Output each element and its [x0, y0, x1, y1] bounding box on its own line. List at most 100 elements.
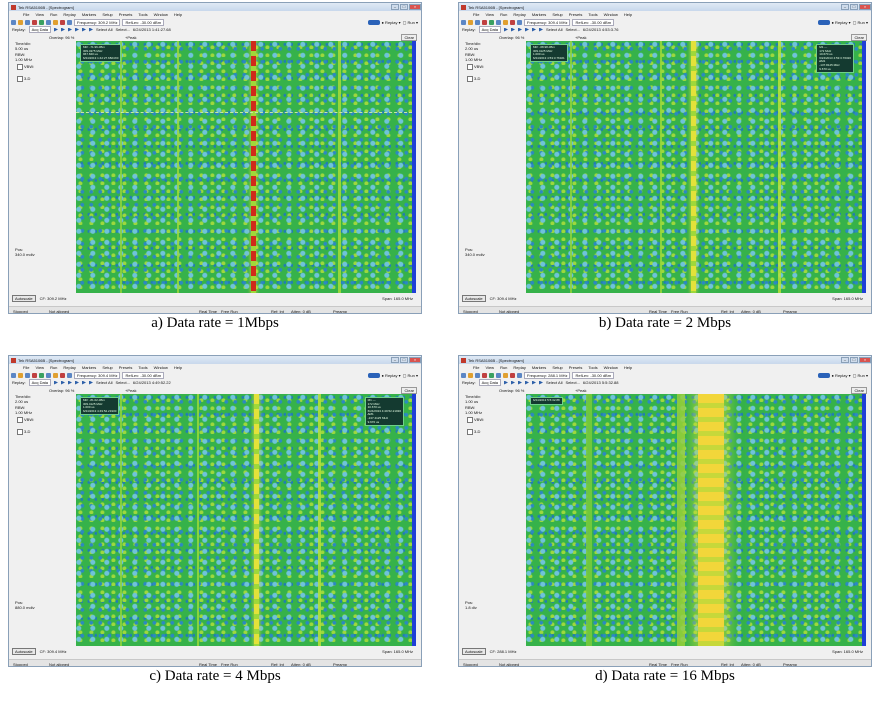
toolbar-icon-8[interactable] — [517, 372, 522, 378]
replay-button[interactable]: ● Replay ▾ — [832, 20, 851, 25]
rbw-readout[interactable]: RBW: 1.00 MHz — [15, 52, 32, 62]
span-readout[interactable]: Span: 165.0 MHz — [832, 649, 863, 654]
menu-file[interactable]: File — [473, 365, 479, 370]
minimize-button[interactable]: – — [841, 357, 849, 363]
frequency-field[interactable]: Frequency: 309.2 MHz — [74, 18, 121, 26]
playback-control-icon[interactable] — [525, 380, 530, 385]
playback-control-icon[interactable] — [82, 380, 87, 385]
playback-control-icon[interactable] — [539, 27, 544, 32]
time-div-readout[interactable]: Time/div: 5.00 us — [15, 41, 31, 51]
close-button[interactable]: × — [409, 357, 421, 363]
toolbar-icon-4[interactable] — [489, 19, 494, 25]
menu-view[interactable]: View — [35, 12, 44, 17]
select-all-button[interactable]: Select All — [546, 380, 562, 385]
autoscale-button[interactable]: Autoscale — [12, 647, 36, 655]
clear-button[interactable]: Clear — [401, 387, 417, 394]
position-readout[interactable]: Pos: 340.0 mdiv — [15, 247, 35, 257]
span-readout[interactable]: Span: 165.0 MHz — [382, 296, 413, 301]
position-readout[interactable]: Pos: 340.0 mdiv — [465, 247, 485, 257]
toolbar-icon-2[interactable] — [25, 372, 30, 378]
toolbar-icon-5[interactable] — [496, 19, 501, 25]
menu-file[interactable]: File — [23, 12, 29, 17]
center-frequency-readout[interactable]: CF: 309.4 MHz — [40, 649, 67, 654]
playback-control-icon[interactable] — [525, 27, 530, 32]
toolbar-icon-2[interactable] — [475, 372, 480, 378]
replay-button[interactable]: ● Replay ▾ — [382, 20, 401, 25]
playback-control-icon[interactable] — [61, 27, 66, 32]
spectrogram-display[interactable]: 6/24/2013 5:5:32.88 — [526, 394, 866, 646]
playback-control-icon[interactable] — [504, 27, 509, 32]
menu-replay[interactable]: Replay — [63, 365, 75, 370]
menu-tools[interactable]: Tools — [588, 12, 597, 17]
replay-mode-select[interactable]: Acq Data — [28, 379, 52, 386]
ref-level-field[interactable]: RefLev: -30.00 dBm — [572, 371, 615, 379]
vbw-checkbox[interactable] — [467, 64, 473, 70]
toolbar-icon-7[interactable] — [60, 19, 65, 25]
select-all-button[interactable]: Select All — [546, 27, 562, 32]
autoscale-button[interactable]: Autoscale — [462, 647, 486, 655]
menu-replay[interactable]: Replay — [513, 12, 525, 17]
autoscale-button[interactable]: Autoscale — [462, 294, 486, 302]
run-button[interactable]: ▢ Run ▾ — [403, 373, 418, 378]
toolbar-icon-3[interactable] — [32, 19, 37, 25]
toolbar-icon-6[interactable] — [503, 372, 508, 378]
replay-mode-select[interactable]: Acq Data — [478, 379, 502, 386]
toolbar-icon-3[interactable] — [32, 372, 37, 378]
menu-presets[interactable]: Presets — [119, 365, 133, 370]
toolbar-icon-8[interactable] — [67, 372, 72, 378]
spectrogram-display[interactable]: MR: -71.96 dBm 309.4375 MHz 967.840 us 6… — [76, 41, 416, 293]
ref-level-field[interactable]: RefLev: -30.00 dBm — [122, 18, 165, 26]
center-frequency-readout[interactable]: CF: 288.1 MHz — [490, 649, 517, 654]
preset-icon[interactable] — [817, 19, 830, 25]
menu-help[interactable]: Help — [624, 12, 632, 17]
playback-control-icon[interactable] — [82, 27, 87, 32]
menu-view[interactable]: View — [485, 365, 494, 370]
toolbar-icon-0[interactable] — [461, 19, 466, 25]
vbw-checkbox[interactable] — [467, 417, 473, 423]
spectrogram-display[interactable]: MR: -81.02 dBm 309.4125 MHz 1.000 us 6/2… — [76, 394, 416, 646]
menu-help[interactable]: Help — [624, 365, 632, 370]
clear-button[interactable]: Clear — [401, 34, 417, 41]
maximize-button[interactable]: □ — [400, 4, 408, 10]
toolbar-icon-6[interactable] — [53, 19, 58, 25]
toolbar-icon-5[interactable] — [46, 19, 51, 25]
menu-setup[interactable]: Setup — [102, 12, 112, 17]
toolbar-icon-5[interactable] — [46, 372, 51, 378]
autoscale-button[interactable]: Autoscale — [12, 294, 36, 302]
menu-help[interactable]: Help — [174, 12, 182, 17]
menu-run[interactable]: Run — [500, 12, 507, 17]
toolbar-icon-4[interactable] — [39, 19, 44, 25]
toolbar-icon-6[interactable] — [503, 19, 508, 25]
select-button[interactable]: Select... — [565, 380, 579, 385]
menu-markers[interactable]: Markers — [532, 365, 546, 370]
menu-window[interactable]: Window — [604, 12, 618, 17]
toolbar-icon-8[interactable] — [67, 19, 72, 25]
menu-tools[interactable]: Tools — [138, 12, 147, 17]
select-button[interactable]: Select... — [115, 27, 129, 32]
menu-setup[interactable]: Setup — [552, 12, 562, 17]
menu-run[interactable]: Run — [50, 12, 57, 17]
rbw-readout[interactable]: RBW: 1.00 MHz — [465, 52, 482, 62]
time-div-readout[interactable]: Time/div: 1.00 us — [465, 394, 481, 404]
menu-presets[interactable]: Presets — [569, 365, 583, 370]
clear-button[interactable]: Clear — [851, 34, 867, 41]
3d-checkbox[interactable] — [467, 76, 473, 82]
menu-run[interactable]: Run — [500, 365, 507, 370]
toolbar-icon-3[interactable] — [482, 372, 487, 378]
replay-button[interactable]: ● Replay ▾ — [382, 373, 401, 378]
span-readout[interactable]: Span: 165.0 MHz — [382, 649, 413, 654]
toolbar-icon-1[interactable] — [18, 372, 23, 378]
replay-mode-select[interactable]: Acq Data — [478, 26, 502, 33]
minimize-button[interactable]: – — [391, 4, 399, 10]
replay-button[interactable]: ● Replay ▾ — [832, 373, 851, 378]
maximize-button[interactable]: □ — [850, 357, 858, 363]
toolbar-icon-1[interactable] — [468, 372, 473, 378]
menu-window[interactable]: Window — [604, 365, 618, 370]
minimize-button[interactable]: – — [391, 357, 399, 363]
select-all-button[interactable]: Select All — [96, 27, 112, 32]
toolbar-icon-4[interactable] — [39, 372, 44, 378]
menu-window[interactable]: Window — [154, 12, 168, 17]
playback-control-icon[interactable] — [54, 27, 59, 32]
select-button[interactable]: Select... — [115, 380, 129, 385]
menu-markers[interactable]: Markers — [532, 12, 546, 17]
